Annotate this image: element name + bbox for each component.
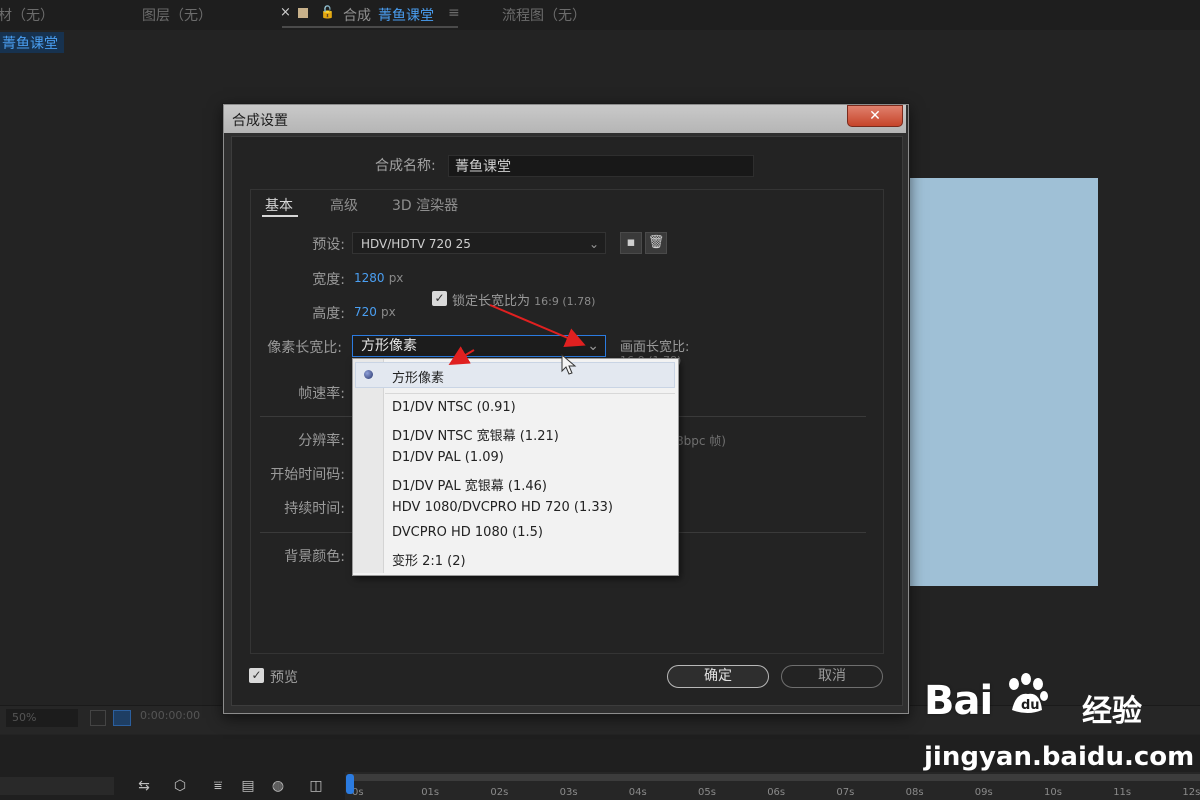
time-tick-label: 05s (698, 787, 716, 798)
playhead[interactable] (346, 774, 354, 794)
option-d1-pal-widescreen[interactable]: D1/DV PAL 宽银幕 (1.46) (392, 475, 547, 494)
composition-breadcrumb[interactable]: 菁鱼课堂 (0, 32, 64, 53)
timeline-search-input[interactable] (0, 777, 114, 795)
time-tick-label: 11s (1113, 787, 1132, 798)
height-unit: px (381, 305, 396, 319)
tab-flowchart[interactable]: 流程图（无） (502, 5, 586, 25)
zoom-select[interactable]: 50% (6, 709, 78, 727)
pixel-aspect-value: 方形像素 (361, 338, 417, 354)
watermark-jingyan: 经验 (1082, 694, 1142, 729)
watermark-url: jingyan.baidu.com (924, 742, 1195, 772)
radio-selected-icon (364, 370, 373, 379)
ok-button[interactable]: 确定 (667, 665, 769, 688)
shy-layers-icon[interactable]: ⇆ (134, 778, 154, 794)
time-tick-label: 07s (836, 787, 855, 798)
preview-label: 预览 (270, 670, 298, 686)
height-field[interactable]: 720 px (354, 305, 396, 320)
preset-value: HDV/HDTV 720 25 (361, 237, 471, 251)
frame-blending-icon[interactable]: ⩸ (208, 778, 228, 794)
active-tab-indicator (262, 215, 298, 217)
resolution-info: 8bpc 帧) (676, 434, 726, 448)
time-tick-label: 12s (1182, 787, 1200, 798)
dropdown-gutter (353, 359, 384, 573)
height-label: 高度: (312, 306, 345, 322)
panel-menu-icon[interactable]: ≡ (448, 5, 460, 21)
panel-tab-bar: 材（无） 图层（无） × 🔓 合成 菁鱼课堂 ≡ 流程图（无） (0, 0, 1200, 30)
chevron-down-icon: ⌄ (587, 338, 599, 354)
work-area-bar[interactable] (350, 774, 1200, 781)
tab-composition-name[interactable]: 菁鱼课堂 (378, 5, 434, 25)
time-tick-label: 09s (974, 787, 993, 798)
option-hdv-1080[interactable]: HDV 1080/DVCPRO HD 720 (1.33) (392, 500, 613, 515)
graph-editor-icon[interactable]: ◍ (268, 778, 288, 794)
lock-aspect-ratio: 16:9 (1.78) (534, 295, 596, 308)
preset-select[interactable]: HDV/HDTV 720 25 ⌄ (352, 232, 606, 254)
tab-3d-renderer[interactable]: 3D 渲染器 (392, 195, 458, 215)
time-tick-label: 01s (421, 787, 440, 798)
tab-footage[interactable]: 材（无） (0, 5, 54, 25)
time-tick-label: 03s (559, 787, 578, 798)
composition-name-input[interactable]: 菁鱼课堂 (448, 155, 754, 177)
grid-icon[interactable] (113, 710, 131, 726)
lock-aspect-text: 锁定长宽比为 (452, 294, 531, 309)
duration-label: 持续时间: (284, 501, 345, 517)
tab-basic[interactable]: 基本 (265, 195, 293, 215)
time-tick-label: 08s (905, 787, 924, 798)
time-tick-label: 02s (490, 787, 509, 798)
watermark-logo-text: Bai (924, 678, 993, 724)
background-color-label: 背景颜色: (284, 549, 345, 565)
height-value: 720 (354, 305, 377, 319)
width-value: 1280 (354, 271, 385, 285)
comp-color-icon (298, 8, 308, 18)
dropdown-separator (385, 393, 675, 394)
lock-aspect-checkbox[interactable]: ✓ (432, 291, 447, 306)
lock-icon[interactable]: 🔓 (320, 5, 335, 19)
time-tick-label: 06s (767, 787, 786, 798)
tab-advanced[interactable]: 高级 (330, 195, 358, 215)
paw-logo-icon: du (1009, 673, 1048, 713)
mouse-cursor-icon (561, 354, 577, 375)
width-unit: px (388, 271, 404, 285)
option-anamorphic[interactable]: 变形 2:1 (2) (392, 550, 466, 569)
option-square-pixels[interactable]: 方形像素 (392, 367, 444, 386)
snapshot-icon[interactable] (90, 710, 106, 726)
active-tab-underline (282, 26, 458, 28)
motion-blur-icon[interactable]: ▤ (238, 778, 258, 794)
current-timecode[interactable]: 0:00:00:00 (140, 709, 200, 722)
option-d1-ntsc-widescreen[interactable]: D1/DV NTSC 宽银幕 (1.21) (392, 425, 559, 444)
tab-composition-label[interactable]: 合成 (343, 5, 371, 25)
frame-rate-label: 帧速率: (298, 386, 345, 402)
lock-aspect-label: 锁定长宽比为 16:9 (1.78) (452, 290, 595, 309)
composition-name-label: 合成名称: (375, 158, 436, 174)
dialog-close-button[interactable]: ✕ (847, 105, 903, 127)
time-tick-label: 04s (628, 787, 647, 798)
option-dvcpro-hd-1080[interactable]: DVCPRO HD 1080 (1.5) (392, 525, 543, 540)
save-preset-icon[interactable]: ▪ (620, 232, 642, 254)
dialog-title: 合成设置 (232, 113, 288, 129)
svg-text:du: du (1021, 698, 1040, 713)
cancel-button[interactable]: 取消 (781, 665, 883, 688)
width-label: 宽度: (312, 272, 345, 288)
draft-3d-icon[interactable]: ⬡ (170, 778, 190, 794)
option-d1-pal[interactable]: D1/DV PAL (1.09) (392, 450, 504, 465)
resolution-label: 分辨率: (298, 433, 345, 449)
option-d1-ntsc[interactable]: D1/DV NTSC (0.91) (392, 400, 516, 415)
width-field[interactable]: 1280 px (354, 271, 403, 286)
trash-icon[interactable]: 🗑 (645, 232, 667, 254)
preset-label: 预设: (312, 237, 345, 253)
dialog-titlebar[interactable] (224, 105, 906, 133)
chevron-down-icon: ⌄ (588, 237, 599, 251)
pixel-aspect-label: 像素长宽比: (267, 340, 342, 356)
time-tick-label: 10s (1044, 787, 1062, 798)
tab-layer[interactable]: 图层（无） (142, 5, 212, 25)
keyframe-icon[interactable]: ◫ (306, 778, 326, 794)
start-timecode-label: 开始时间码: (270, 467, 345, 483)
preview-checkbox[interactable]: ✓ (249, 668, 264, 683)
frame-aspect-label: 画面长宽比: (620, 340, 690, 355)
pixel-aspect-dropdown (352, 358, 679, 576)
close-icon[interactable]: × (280, 5, 291, 20)
